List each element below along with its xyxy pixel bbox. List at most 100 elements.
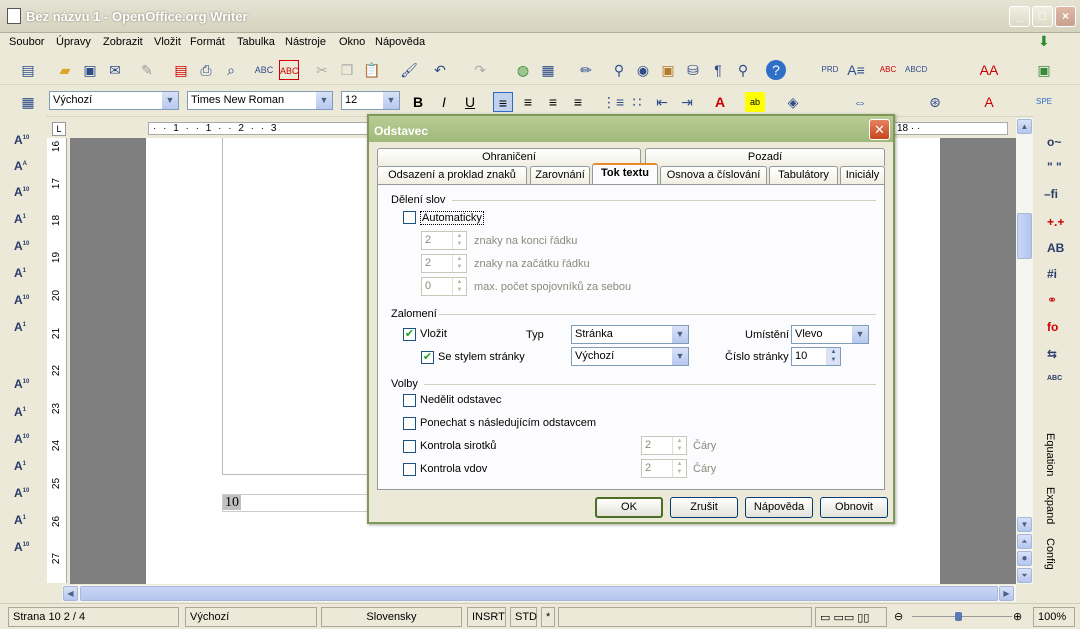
- page-number-spinner[interactable]: 10 ▲ ▼: [791, 347, 841, 366]
- orphan-lines-spinner[interactable]: 2 ▲ ▼: [641, 436, 687, 455]
- dont-split-checkbox[interactable]: [403, 394, 416, 407]
- image-icon[interactable]: ▣: [1034, 60, 1054, 80]
- close-window-button[interactable]: ×: [1055, 6, 1076, 27]
- copy-icon[interactable]: ❐: [337, 60, 357, 80]
- align-left-icon[interactable]: ≡: [493, 92, 513, 112]
- highlight-icon[interactable]: ab: [745, 92, 765, 112]
- font-name-combo[interactable]: Times New Roman ▼: [187, 91, 333, 110]
- bullets-icon[interactable]: ∷: [627, 92, 647, 112]
- tab-pozadi[interactable]: Pozadí: [645, 148, 885, 166]
- tab-tok-textu[interactable]: Tok textu: [592, 163, 658, 184]
- hscroll-thumb[interactable]: [80, 586, 998, 601]
- justify-icon[interactable]: ≡: [568, 92, 588, 112]
- scale-icon[interactable]: A10: [14, 540, 36, 560]
- tab-stop-selector[interactable]: L: [52, 122, 66, 136]
- chevron-down-icon[interactable]: ▼: [852, 326, 868, 343]
- font-size-icon[interactable]: A10: [14, 133, 36, 153]
- scale-icon[interactable]: A10: [14, 486, 36, 506]
- spin-arrows-icon[interactable]: ▲ ▼: [452, 232, 466, 249]
- data-sources-icon[interactable]: ⛁: [683, 60, 703, 80]
- tab-inicialy[interactable]: Iniciály: [840, 166, 885, 184]
- font-size-icon[interactable]: A1: [14, 266, 36, 286]
- zoom-icon[interactable]: ⚲: [733, 60, 753, 80]
- abc-sort-icon[interactable]: ABC: [1047, 375, 1069, 395]
- chevron-down-icon[interactable]: ▼: [383, 92, 399, 109]
- config-label[interactable]: Config: [1044, 538, 1056, 570]
- export-pdf-icon[interactable]: ▤: [171, 60, 191, 80]
- degree-symbol-icon[interactable]: o~: [1047, 135, 1069, 155]
- scale-icon[interactable]: A1: [14, 513, 36, 533]
- scroll-down-button[interactable]: ▼: [1017, 517, 1032, 532]
- scroll-thumb[interactable]: [1017, 213, 1032, 259]
- ok-button[interactable]: OK: [595, 497, 663, 518]
- prd-icon[interactable]: PRD: [820, 60, 840, 80]
- font-size-icon[interactable]: A10: [14, 293, 36, 313]
- fo-icon[interactable]: fo: [1047, 320, 1069, 340]
- open-icon[interactable]: ▰: [55, 60, 75, 80]
- page-status[interactable]: Strana 10 2 / 4: [8, 607, 179, 627]
- menu-vlozit[interactable]: Vložit: [154, 36, 181, 48]
- previous-page-button[interactable]: ⏶: [1017, 534, 1032, 549]
- autospellcheck-icon[interactable]: ABC: [279, 60, 299, 80]
- page-style-status[interactable]: Výchozí: [185, 607, 317, 627]
- italic-icon[interactable]: I: [434, 92, 454, 112]
- formatting-marks-icon[interactable]: ¶: [708, 60, 728, 80]
- automatic-checkbox[interactable]: [403, 211, 416, 224]
- align-right-icon[interactable]: ≡: [543, 92, 563, 112]
- expand-label[interactable]: Expand: [1044, 487, 1056, 524]
- paragraph-style-combo[interactable]: Výchozí ▼: [49, 91, 179, 110]
- minimize-button[interactable]: _: [1009, 6, 1030, 27]
- hyphen-start-spinner[interactable]: 2 ▲ ▼: [421, 254, 467, 273]
- scroll-right-button[interactable]: ▶: [999, 586, 1014, 601]
- zoom-out-icon[interactable]: ⊖: [894, 610, 903, 623]
- menu-format[interactable]: Formát: [190, 36, 225, 48]
- save-icon[interactable]: ▣: [80, 60, 100, 80]
- menu-soubor[interactable]: Soubor: [9, 36, 44, 48]
- aa-case-icon[interactable]: AA: [979, 60, 999, 80]
- spin-arrows-icon[interactable]: ▲ ▼: [452, 255, 466, 272]
- edit-file-icon[interactable]: ✎: [137, 60, 157, 80]
- orphan-control-checkbox[interactable]: [403, 440, 416, 453]
- spe-zam-icon[interactable]: SPE: [1034, 92, 1054, 112]
- tab-zarovnani[interactable]: Zarovnání: [530, 166, 590, 184]
- zoom-in-icon[interactable]: ⊕: [1013, 610, 1022, 623]
- font-size-icon[interactable]: A10: [14, 239, 36, 259]
- selection-mode-status[interactable]: STD: [510, 607, 537, 627]
- menu-zobrazit[interactable]: Zobrazit: [103, 36, 143, 48]
- email-icon[interactable]: ✉: [105, 60, 125, 80]
- styles-icon[interactable]: ▦: [18, 92, 38, 112]
- insert-mode-status[interactable]: INSRT: [467, 607, 506, 627]
- quotes-icon[interactable]: " ": [1047, 160, 1069, 180]
- font-size-icon[interactable]: A1: [14, 320, 36, 340]
- widow-lines-spinner[interactable]: 2 ▲ ▼: [641, 459, 687, 478]
- ligature-icon[interactable]: –fi: [1044, 187, 1066, 207]
- scroll-left-button[interactable]: ◀: [63, 586, 78, 601]
- vertical-ruler[interactable]: 16 17 18 19 20 21 22 23 24 25 26 27: [47, 138, 67, 583]
- navigation-button[interactable]: ●: [1017, 551, 1032, 566]
- insert-space-icon[interactable]: +.+: [1047, 215, 1069, 235]
- menu-nastroje[interactable]: Nástroje: [285, 36, 326, 48]
- update-icon[interactable]: ⬇: [1038, 33, 1050, 50]
- menu-upravy[interactable]: Úpravy: [56, 36, 91, 48]
- text-replace-icon[interactable]: A≡: [846, 60, 866, 80]
- hyphen-end-spinner[interactable]: 2 ▲ ▼: [421, 231, 467, 250]
- tab-tabulatory[interactable]: Tabulátory: [769, 166, 838, 184]
- direction-icon[interactable]: ⇔: [850, 92, 870, 112]
- print-preview-icon[interactable]: ⌕: [221, 60, 241, 80]
- widow-control-checkbox[interactable]: [403, 463, 416, 476]
- ab-icon[interactable]: AB: [1047, 241, 1069, 261]
- scroll-up-button[interactable]: ▲: [1017, 119, 1032, 134]
- special-char-icon[interactable]: ⊛: [925, 92, 945, 112]
- font-size-icon[interactable]: A1: [14, 212, 36, 232]
- abc-compare-icon[interactable]: ABC: [878, 60, 898, 80]
- break-position-select[interactable]: Vlevo ▼: [791, 325, 869, 344]
- reset-button[interactable]: Obnovit: [820, 497, 888, 518]
- undo-icon[interactable]: ↶: [430, 60, 450, 80]
- find-replace-icon[interactable]: ⚲: [609, 60, 629, 80]
- paste-icon[interactable]: 📋: [362, 60, 382, 80]
- spin-arrows-icon[interactable]: ▲ ▼: [672, 460, 686, 477]
- help-button[interactable]: Nápověda: [745, 497, 813, 518]
- underline-icon[interactable]: U: [460, 92, 480, 112]
- draw-functions-icon[interactable]: ✏: [576, 60, 596, 80]
- background-color-icon[interactable]: ◈: [783, 92, 803, 112]
